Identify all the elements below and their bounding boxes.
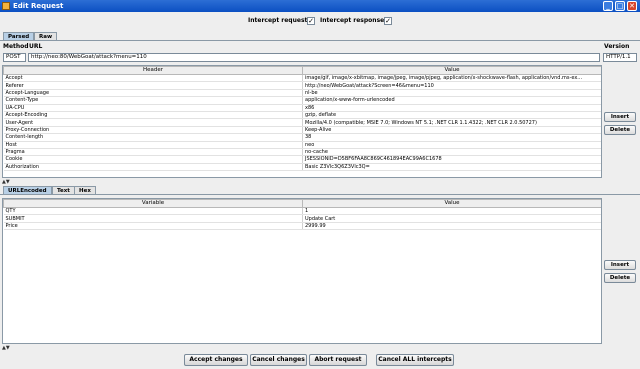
params-table: Variable Value QTY 1 SUBMIT Update Cart Pr… xyxy=(2,198,602,344)
table-row[interactable]: Referer http://neo/WebGoat/attack?Screen=… xyxy=(3,81,601,90)
header-name[interactable]: Content-Type xyxy=(3,96,303,105)
header-value[interactable]: Basic Z3Vlc3Q6Z3Vlc3Q= xyxy=(302,163,601,172)
method-field[interactable]: POST xyxy=(3,53,26,62)
table-row[interactable]: SUBMIT Update Cart xyxy=(3,214,601,223)
header-name[interactable]: Referer xyxy=(3,81,303,90)
cancel-all-intercepts-button[interactable]: Cancel ALL intercepts xyxy=(376,354,454,366)
cancel-changes-button[interactable]: Cancel changes xyxy=(250,354,307,366)
url-label: URL xyxy=(29,43,43,50)
table-row[interactable]: Cookie JSESSIONID=D5BF6FAA8C869C461894EAC… xyxy=(3,155,601,164)
insert-header-button[interactable]: Insert xyxy=(604,112,636,122)
app-icon xyxy=(2,2,10,10)
header-name[interactable]: Accept-Language xyxy=(3,89,303,98)
intercept-responses-checkbox[interactable]: ✓ xyxy=(384,17,392,25)
window-title: Edit Request xyxy=(13,2,64,10)
header-value[interactable]: Mozilla/4.0 (compatible; MSIE 7.0; Windo… xyxy=(302,118,601,127)
header-name[interactable]: Host xyxy=(3,141,303,149)
header-value[interactable]: JSESSIONID=D5BF6FAA8C869C461894EAC99A6C1… xyxy=(302,155,601,164)
header-name[interactable]: Proxy-Connection xyxy=(3,126,303,135)
minimize-button[interactable]: _ xyxy=(603,1,613,11)
table-row[interactable]: Host neo xyxy=(3,141,601,149)
table-row[interactable]: Accept-Language nl-be xyxy=(3,89,601,98)
split-divider[interactable]: ▲▼ xyxy=(2,179,10,185)
table-row[interactable]: Accept image/gif, image/x-xbitmap, image/… xyxy=(3,74,601,83)
header-name[interactable]: Pragma xyxy=(3,148,303,157)
header-value[interactable]: 38 xyxy=(302,133,601,142)
header-value[interactable]: http://neo/WebGoat/attack?Screen=46&menu… xyxy=(302,81,601,90)
table-row[interactable]: Content-Type application/x-www-form-urlen… xyxy=(3,96,601,105)
param-name[interactable]: SUBMIT xyxy=(3,214,303,223)
intercept-requests-label: Intercept requests : xyxy=(248,17,316,24)
table-row[interactable]: User-Agent Mozilla/4.0 (compatible; MSIE … xyxy=(3,118,601,127)
intercept-requests-checkbox[interactable]: ✓ xyxy=(307,17,315,25)
bottom-split-divider[interactable]: ▲▼ xyxy=(2,345,10,351)
header-column-header[interactable]: Header xyxy=(3,66,303,75)
insert-param-button[interactable]: Insert xyxy=(604,260,636,270)
header-name[interactable]: Accept xyxy=(3,74,303,83)
table-row[interactable]: Authorization Basic Z3Vlc3Q6Z3Vlc3Q= xyxy=(3,163,601,172)
header-name[interactable]: Content-length xyxy=(3,133,303,142)
close-button[interactable]: ✕ xyxy=(627,1,637,11)
table-row[interactable]: Price 2999.99 xyxy=(3,222,601,231)
param-name[interactable]: QTY xyxy=(3,207,303,216)
headers-table: Header Value Accept image/gif, image/x-xb… xyxy=(2,65,602,178)
param-value[interactable]: Update Cart xyxy=(302,214,601,223)
header-name[interactable]: UA-CPU xyxy=(3,104,303,112)
header-name[interactable]: User-Agent xyxy=(3,118,303,127)
header-value[interactable]: x86 xyxy=(302,104,601,112)
method-label: Method xyxy=(3,43,29,50)
version-label: Version xyxy=(604,43,630,50)
variable-column-header[interactable]: Variable xyxy=(3,199,303,208)
table-row[interactable]: Accept-Encoding gzip, deflate xyxy=(3,111,601,120)
header-value[interactable]: Keep-Alive xyxy=(302,126,601,135)
param-value[interactable]: 2999.99 xyxy=(302,222,601,231)
header-value[interactable]: neo xyxy=(302,141,601,149)
table-row[interactable]: QTY 1 xyxy=(3,207,601,216)
abort-request-button[interactable]: Abort request xyxy=(309,354,367,366)
table-row[interactable]: Proxy-Connection Keep-Alive xyxy=(3,126,601,135)
value-column-header[interactable]: Value xyxy=(302,66,601,75)
header-value[interactable]: application/x-www-form-urlencoded xyxy=(302,96,601,105)
header-name[interactable]: Authorization xyxy=(3,163,303,172)
url-field[interactable]: http://neo:80/WebGoat/attack?menu=110 xyxy=(28,53,600,62)
header-value[interactable]: nl-be xyxy=(302,89,601,98)
intercept-responses-label: Intercept responses : xyxy=(320,17,393,24)
version-field[interactable]: HTTP/1.1 xyxy=(603,53,637,62)
maximize-button[interactable]: □ xyxy=(615,1,625,11)
header-name[interactable]: Accept-Encoding xyxy=(3,111,303,120)
tab-divider xyxy=(0,40,640,41)
delete-header-button[interactable]: Delete xyxy=(604,125,636,135)
header-value[interactable]: image/gif, image/x-xbitmap, image/jpeg, … xyxy=(302,74,601,83)
param-value-column-header[interactable]: Value xyxy=(302,199,601,208)
header-value[interactable]: no-cache xyxy=(302,148,601,157)
title-bar[interactable] xyxy=(0,0,640,12)
table-row[interactable]: UA-CPU x86 xyxy=(3,104,601,112)
table-row[interactable]: Pragma no-cache xyxy=(3,148,601,157)
accept-changes-button[interactable]: Accept changes xyxy=(184,354,248,366)
param-name[interactable]: Price xyxy=(3,222,303,231)
table-row[interactable]: Content-length 38 xyxy=(3,133,601,142)
delete-param-button[interactable]: Delete xyxy=(604,273,636,283)
header-name[interactable]: Cookie xyxy=(3,155,303,164)
body-tab-divider xyxy=(0,194,640,195)
header-value[interactable]: gzip, deflate xyxy=(302,111,601,120)
param-value[interactable]: 1 xyxy=(302,207,601,216)
